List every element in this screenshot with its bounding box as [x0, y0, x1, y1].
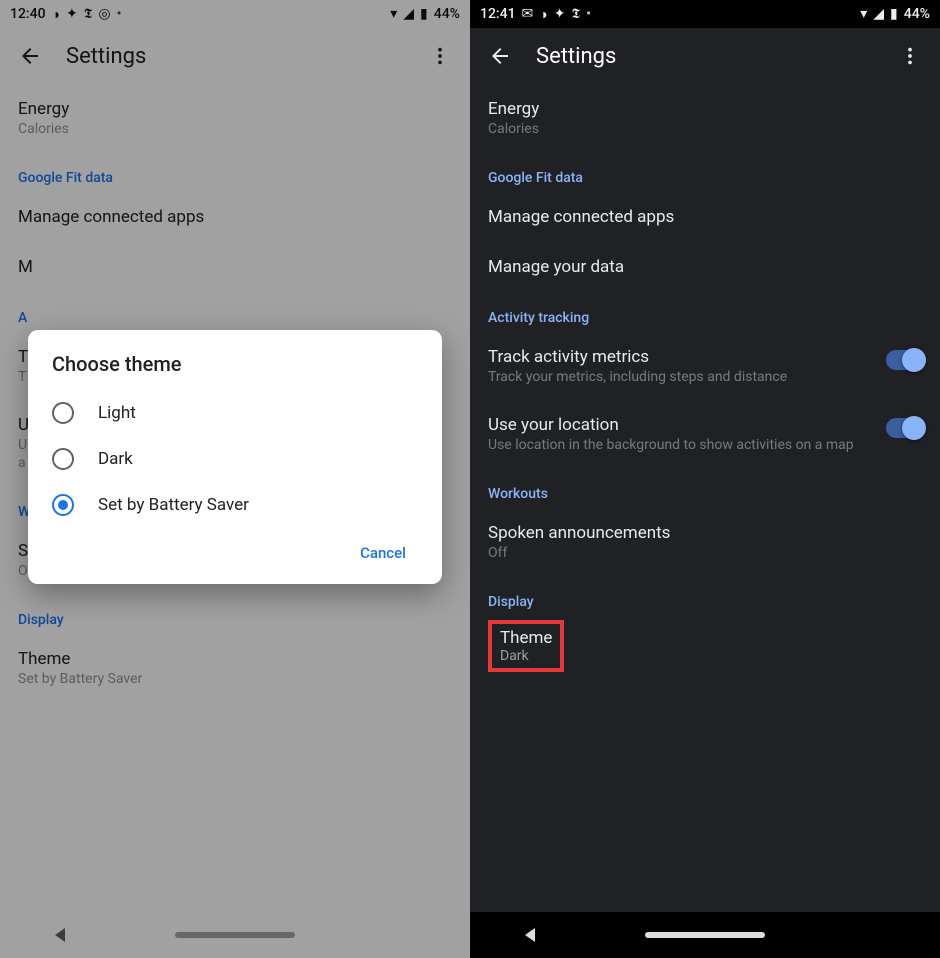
screenshot-right: 12:41 ✉ ◑ ✦ 𝕿 • ▾ ◢ ▮ 44% Settings — [470, 0, 940, 958]
item-subtitle: Track your metrics, including steps and … — [488, 368, 870, 386]
more-notifications-dot: • — [586, 6, 591, 22]
item-title: Theme — [500, 628, 552, 648]
app-toolbar: Settings — [470, 28, 940, 84]
item-manage-your-data[interactable]: Manage your data — [488, 242, 922, 292]
nyt-icon: 𝕿 — [571, 6, 580, 22]
settings-content: Energy Calories Google Fit data Manage c… — [470, 84, 940, 672]
fit-icon: ✦ — [554, 6, 566, 22]
toggle-track-metrics[interactable] — [886, 350, 922, 370]
item-subtitle: Use location in the background to show a… — [488, 436, 870, 454]
wifi-icon: ▾ — [860, 6, 867, 22]
battery-percent: 44% — [904, 6, 930, 22]
toggle-use-location[interactable] — [886, 418, 922, 438]
statusbar: 12:41 ✉ ◑ ✦ 𝕿 • ▾ ◢ ▮ 44% — [470, 0, 940, 28]
weather-icon: ◑ — [539, 6, 547, 23]
radio-option-light[interactable]: Light — [52, 390, 418, 436]
item-title: Energy — [488, 98, 922, 120]
item-use-your-location[interactable]: Use your location Use location in the ba… — [488, 400, 922, 468]
signal-icon: ◢ — [873, 6, 884, 22]
radio-label: Dark — [98, 449, 133, 469]
item-theme-highlighted[interactable]: Theme Dark — [488, 616, 922, 672]
radio-icon — [52, 448, 74, 470]
item-title: Spoken announcements — [488, 522, 922, 544]
radio-label: Light — [98, 403, 136, 423]
radio-label: Set by Battery Saver — [98, 495, 249, 515]
navigation-bar — [470, 912, 940, 958]
nav-empty-slot — [875, 930, 885, 940]
nav-back-icon[interactable] — [525, 928, 535, 942]
nav-home-pill[interactable] — [645, 932, 765, 938]
item-manage-connected-apps[interactable]: Manage connected apps — [488, 192, 922, 242]
item-title: Manage connected apps — [488, 206, 922, 228]
clock-text: 12:41 — [480, 6, 516, 22]
radio-option-dark[interactable]: Dark — [52, 436, 418, 482]
item-subtitle: Off — [488, 544, 922, 562]
item-energy[interactable]: Energy Calories — [488, 84, 922, 152]
choose-theme-dialog: Choose theme Light Dark Set by Battery S… — [28, 330, 442, 584]
cancel-button[interactable]: Cancel — [348, 536, 418, 570]
item-track-activity-metrics[interactable]: Track activity metrics Track your metric… — [488, 332, 922, 400]
radio-option-battery-saver[interactable]: Set by Battery Saver — [52, 482, 418, 528]
battery-icon: ▮ — [890, 6, 898, 22]
screen-title: Settings — [536, 44, 892, 69]
gmail-icon: ✉ — [522, 6, 534, 22]
back-arrow-icon[interactable] — [482, 38, 518, 74]
item-subtitle: Calories — [488, 120, 922, 138]
screenshot-left: 12:40 ◑ ✦ 𝕿 ◎ • ▾ ◢ ▮ 44% Settings — [0, 0, 470, 958]
radio-icon — [52, 494, 74, 516]
item-spoken-announcements[interactable]: Spoken announcements Off — [488, 508, 922, 576]
item-title: Use your location — [488, 414, 870, 436]
section-activity-tracking: Activity tracking — [488, 292, 922, 332]
item-title: Manage your data — [488, 256, 922, 278]
dialog-title: Choose theme — [52, 352, 418, 376]
overflow-menu-icon[interactable] — [892, 38, 928, 74]
item-title: Track activity metrics — [488, 346, 870, 368]
section-display: Display — [488, 576, 922, 616]
section-google-fit-data: Google Fit data — [488, 152, 922, 192]
item-subtitle: Dark — [500, 648, 552, 664]
radio-icon — [52, 402, 74, 424]
section-workouts: Workouts — [488, 468, 922, 508]
